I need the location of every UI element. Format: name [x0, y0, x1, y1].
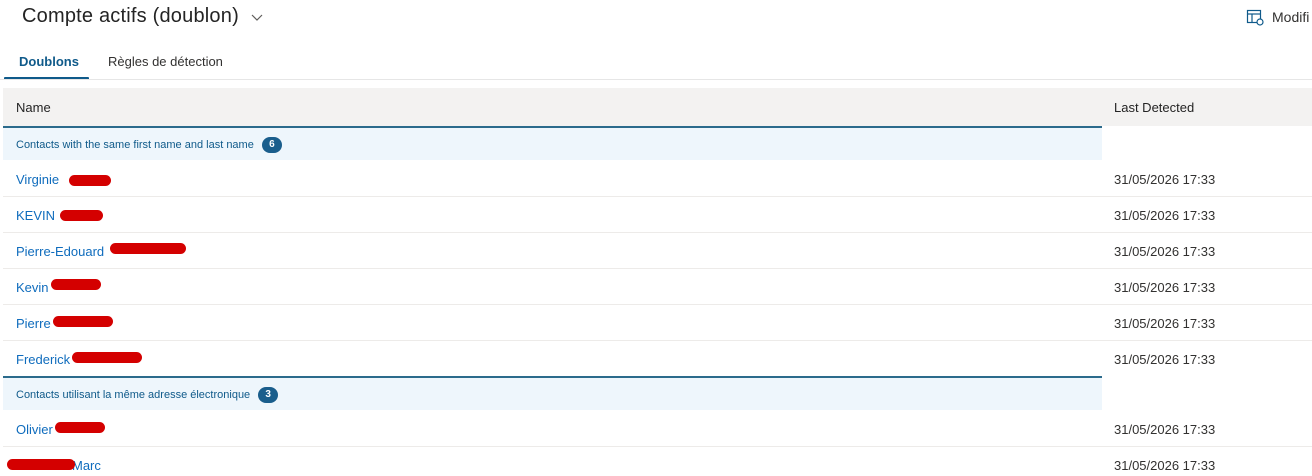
grid-header: Name Last Detected [3, 88, 1312, 126]
count-badge: 3 [258, 387, 279, 403]
page-title: Compte actifs (doublon) [22, 5, 239, 27]
table-row[interactable]: Kevin 31/05/2026 17:33 [3, 269, 1312, 305]
contact-name-link[interactable]: Pierre [16, 316, 51, 331]
redaction-mark [53, 316, 113, 327]
modify-label: Modifi [1272, 9, 1310, 25]
last-detected-value: 31/05/2026 17:33 [1114, 458, 1216, 473]
redaction-mark [60, 210, 103, 221]
redaction-mark [55, 422, 105, 433]
last-detected-value: 31/05/2026 17:33 [1114, 172, 1216, 187]
tab-doublons[interactable]: Doublons [19, 54, 79, 69]
contact-name-link[interactable]: Marc [72, 458, 101, 473]
contact-name-link[interactable]: Kevin [16, 280, 49, 295]
contact-name-link[interactable]: Pierre-Edouard [16, 244, 104, 259]
contact-name-link[interactable]: Olivier [16, 422, 53, 437]
group-header-same-name[interactable]: Contacts with the same first name and la… [3, 126, 1102, 160]
contact-name-link[interactable]: KEVIN [16, 208, 55, 223]
column-header-name[interactable]: Name [16, 100, 51, 115]
tab-bar: Doublons Règles de détection [0, 44, 1312, 80]
table-row[interactable]: Pierre-Edouard 31/05/2026 17:33 [3, 233, 1312, 269]
redaction-mark [69, 175, 111, 186]
group-title: Contacts utilisant la même adresse élect… [16, 389, 251, 401]
last-detected-value: 31/05/2026 17:33 [1114, 244, 1216, 259]
contact-name-link[interactable]: Frederick [16, 352, 70, 367]
tab-regles-de-detection[interactable]: Règles de détection [108, 54, 223, 69]
redaction-mark [7, 459, 75, 470]
chevron-down-icon[interactable] [250, 10, 264, 24]
last-detected-value: 31/05/2026 17:33 [1114, 208, 1216, 223]
group-label: Contacts with the same first name and la… [16, 137, 282, 153]
last-detected-value: 31/05/2026 17:33 [1114, 316, 1216, 331]
table-row[interactable]: KEVIN 31/05/2026 17:33 [3, 197, 1312, 233]
table-row[interactable]: Frederick 31/05/2026 17:33 [3, 341, 1312, 377]
last-detected-value: 31/05/2026 17:33 [1114, 280, 1216, 295]
redaction-mark [51, 279, 101, 290]
table-row[interactable]: Olivier 31/05/2026 17:33 [3, 411, 1312, 447]
last-detected-value: 31/05/2026 17:33 [1114, 352, 1216, 367]
table-row[interactable]: Pierre 31/05/2026 17:33 [3, 305, 1312, 341]
table-row[interactable]: Marc 31/05/2026 17:33 [3, 447, 1312, 476]
edit-columns-icon [1246, 9, 1264, 26]
tabs-divider [0, 79, 1312, 80]
contact-name-link[interactable]: Virginie [16, 172, 59, 187]
modify-button[interactable]: Modifi [1246, 8, 1309, 26]
group-label: Contacts utilisant la même adresse élect… [16, 387, 279, 403]
group-title: Contacts with the same first name and la… [16, 139, 254, 151]
redaction-mark [110, 243, 186, 254]
last-detected-value: 31/05/2026 17:33 [1114, 422, 1216, 437]
group-header-same-email[interactable]: Contacts utilisant la même adresse élect… [3, 376, 1102, 410]
page-header: Compte actifs (doublon) Modifi [0, 0, 1312, 40]
column-header-last-detected[interactable]: Last Detected [1114, 100, 1194, 115]
table-row[interactable]: Virginie 31/05/2026 17:33 [3, 161, 1312, 197]
count-badge: 6 [261, 137, 282, 153]
redaction-mark [72, 352, 142, 363]
